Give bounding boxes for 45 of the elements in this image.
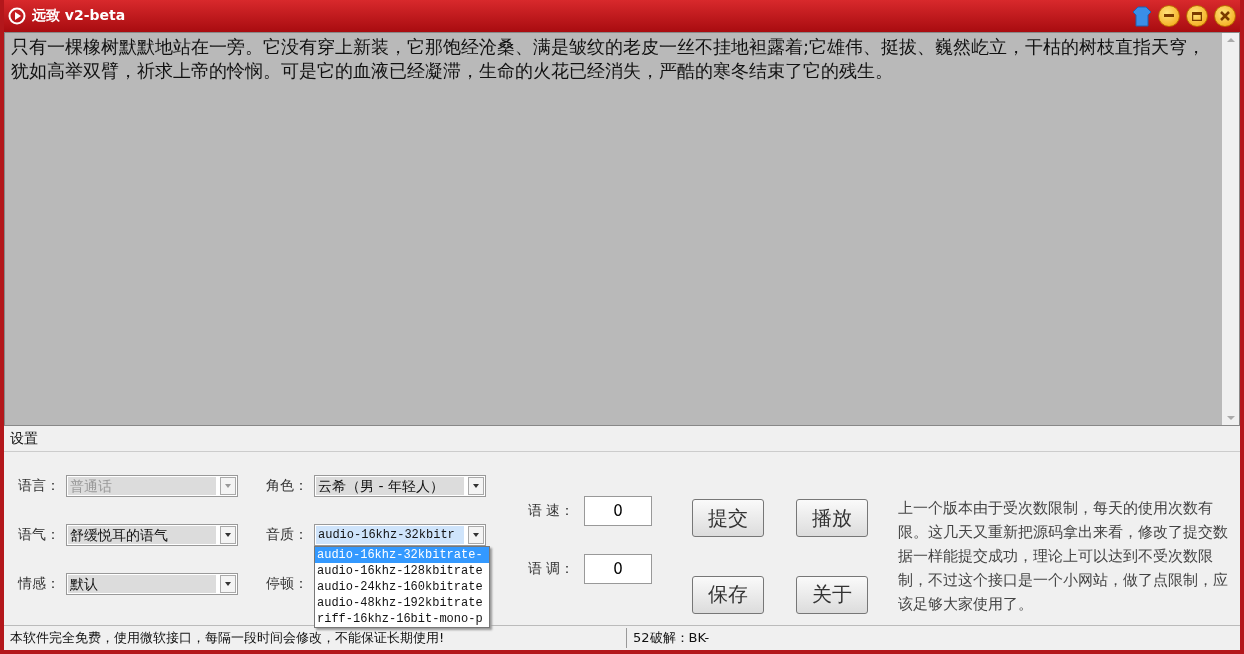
dropdown-option[interactable]: audio-48khz-192kbitrate	[315, 595, 489, 611]
number-field[interactable]: 0	[584, 554, 652, 584]
field-label: 停顿：	[266, 575, 309, 593]
dropdown[interactable]: 舒缓悦耳的语气	[66, 524, 238, 546]
dropdown[interactable]: 默认	[66, 573, 238, 595]
group-title: 设置	[10, 430, 39, 448]
field-label: 角色：	[266, 477, 309, 495]
dropdown-option[interactable]: audio-16khz-128kbitrate	[315, 563, 489, 579]
close-icon	[1220, 11, 1230, 21]
window-title: 远致 v2-beta	[32, 7, 127, 25]
caret-icon	[225, 484, 231, 488]
close-button[interactable]	[1214, 5, 1236, 27]
status-text: 52破解：BK-	[632, 629, 711, 647]
dropdown-option[interactable]: riff-16khz-16bit-mono-p	[315, 611, 489, 627]
dropdown-arrow-button[interactable]	[468, 477, 484, 495]
maximize-button[interactable]	[1186, 5, 1208, 27]
minimize-button[interactable]	[1158, 5, 1180, 27]
dropdown-arrow-button[interactable]	[220, 575, 236, 593]
caret-icon	[473, 484, 479, 488]
field-label: 音质：	[266, 526, 309, 544]
action-button[interactable]: 保存	[692, 575, 764, 614]
caret-icon	[225, 582, 231, 586]
dropdown[interactable]: audio-16khz-32kbitr	[314, 524, 486, 546]
action-button[interactable]: 播放	[796, 499, 868, 537]
field-label: 语 速：	[528, 502, 576, 520]
dropdown-arrow-button[interactable]	[220, 526, 236, 544]
caret-icon	[225, 533, 231, 537]
play-logo-icon	[8, 7, 26, 25]
action-button[interactable]: 关于	[796, 575, 868, 614]
field-label: 情感：	[18, 575, 61, 593]
number-field[interactable]: 0	[584, 496, 652, 526]
scrollbar[interactable]	[1222, 33, 1239, 425]
dropdown-option[interactable]: audio-24khz-160kbitrate	[315, 579, 489, 595]
dropdown-arrow-button[interactable]	[468, 526, 484, 544]
info-text: 上一个版本由于受次数限制，每天的使用次数有限。这几天又重新把源码拿出来看，修改了提交数据一样能提交成功，理论上可以达到不受次数限制，不过这个接口是一个小网站，做了点限制，应该足够大家使用了。	[898, 498, 1229, 615]
shirt-icon	[1132, 5, 1152, 27]
dropdown[interactable]: 云希（男 - 年轻人）	[314, 475, 486, 497]
minimize-icon	[1164, 14, 1174, 18]
field-label: 语气：	[18, 526, 61, 544]
status-text: 本软件完全免费，使用微软接口，每隔一段时间会修改，不能保证长期使用!	[9, 629, 446, 647]
field-label: 语言：	[18, 477, 61, 495]
maximize-icon	[1192, 11, 1202, 21]
caret-icon	[473, 533, 479, 537]
field-label: 语 调：	[528, 560, 576, 578]
action-button[interactable]: 提交	[692, 499, 764, 537]
